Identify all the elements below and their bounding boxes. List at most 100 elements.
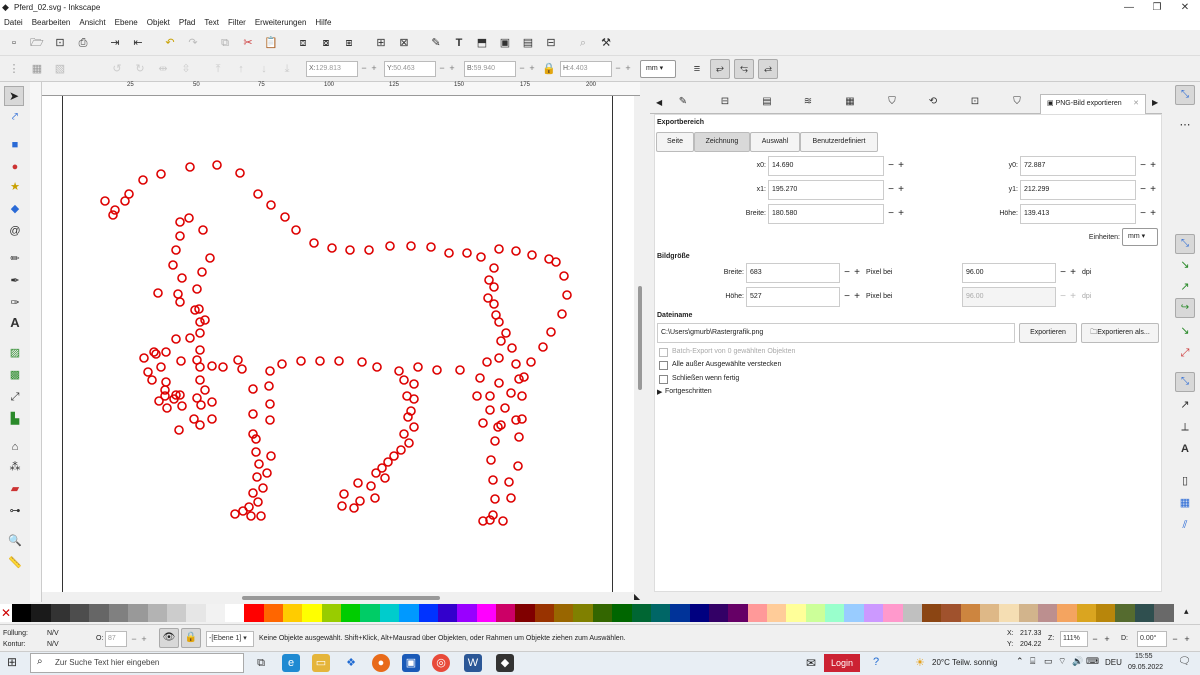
horse-dot[interactable] bbox=[475, 373, 485, 383]
select-all-icon[interactable]: ⋮ bbox=[7, 62, 21, 76]
color-palette[interactable] bbox=[12, 604, 1174, 622]
objects-tab-icon[interactable]: ▦ bbox=[843, 96, 857, 110]
width-plus[interactable]: + bbox=[896, 204, 906, 224]
import-icon[interactable]: ⇥ bbox=[108, 36, 122, 50]
tweak-tool-icon[interactable]: ⌂ bbox=[8, 440, 22, 454]
horse-dot[interactable] bbox=[366, 481, 376, 491]
color-swatch[interactable] bbox=[534, 604, 555, 622]
toggle-visibility-button[interactable]: 👁 bbox=[159, 628, 179, 648]
horse-dot[interactable] bbox=[207, 361, 217, 371]
mail-icon[interactable]: ✉ bbox=[806, 656, 816, 670]
selectors-tab-icon[interactable]: ⛉ bbox=[1010, 96, 1024, 110]
connector-tool-icon[interactable]: ⊶ bbox=[8, 504, 22, 518]
horse-dot[interactable] bbox=[244, 502, 254, 512]
color-swatch[interactable] bbox=[360, 604, 380, 622]
horse-dot[interactable] bbox=[309, 238, 319, 248]
snap-page-icon[interactable]: ▯ bbox=[1178, 474, 1192, 488]
ellipse-tool-icon[interactable]: ● bbox=[8, 160, 22, 174]
x0-plus[interactable]: + bbox=[896, 156, 906, 176]
y0-plus[interactable]: + bbox=[1148, 156, 1158, 176]
snap-bbox-icon[interactable]: ⋯ bbox=[1178, 118, 1192, 132]
inkscape-taskbar-icon[interactable]: ◆ bbox=[496, 654, 514, 672]
zoom-minus[interactable]: − bbox=[1090, 634, 1100, 644]
color-swatch[interactable] bbox=[1057, 604, 1077, 622]
color-swatch[interactable] bbox=[31, 604, 51, 622]
x1-minus[interactable]: − bbox=[886, 180, 896, 200]
horse-dot[interactable] bbox=[444, 248, 454, 258]
star-tool-icon[interactable]: ★ bbox=[8, 180, 22, 194]
y-plus[interactable]: + bbox=[447, 63, 457, 73]
color-swatch[interactable] bbox=[921, 604, 942, 622]
y-field[interactable]: Y:50.463 bbox=[384, 61, 436, 77]
image-height-minus[interactable]: − bbox=[842, 287, 852, 307]
login-button[interactable]: Login bbox=[824, 654, 860, 672]
objects-icon[interactable]: ▣ bbox=[498, 36, 512, 50]
horse-dot[interactable] bbox=[485, 405, 495, 415]
color-swatch[interactable] bbox=[805, 604, 826, 622]
3d-box-tool-icon[interactable]: ◆ bbox=[8, 202, 22, 216]
horse-dot[interactable] bbox=[409, 379, 419, 389]
align-tab-icon[interactable]: ⊟ bbox=[718, 96, 732, 110]
snap-text-baseline-icon[interactable]: A bbox=[1178, 442, 1192, 456]
horse-dot[interactable] bbox=[253, 189, 263, 199]
horse-dot[interactable] bbox=[514, 374, 524, 384]
fill-value[interactable]: N/V bbox=[47, 630, 59, 637]
horse-dot[interactable] bbox=[124, 189, 134, 199]
node-tool-icon[interactable]: ⤤ bbox=[8, 110, 22, 124]
horse-dot[interactable] bbox=[161, 347, 171, 357]
snap-others-toggle[interactable]: ⤡ bbox=[1175, 372, 1195, 392]
horse-dot[interactable] bbox=[357, 357, 367, 367]
snap-toggle[interactable]: ⤡ bbox=[1175, 85, 1195, 105]
horse-dot[interactable] bbox=[504, 477, 514, 487]
snap-center-icon[interactable]: ↗ bbox=[1178, 398, 1192, 412]
horse-dot[interactable] bbox=[189, 414, 199, 424]
color-swatch[interactable] bbox=[650, 604, 671, 622]
image-height-input[interactable]: 527 bbox=[746, 287, 840, 307]
tray-chevron-icon[interactable]: ⌃ bbox=[1016, 656, 1024, 667]
close-when-done-checkbox[interactable] bbox=[659, 375, 668, 384]
color-swatch[interactable] bbox=[554, 604, 574, 622]
menu-datei[interactable]: Datei bbox=[4, 18, 23, 27]
color-swatch[interactable] bbox=[205, 604, 225, 622]
horse-dot[interactable] bbox=[406, 241, 416, 251]
horse-dot[interactable] bbox=[370, 493, 380, 503]
flip-horizontal-icon[interactable]: ⇹ bbox=[156, 62, 170, 76]
zoom-drawing-icon[interactable]: ⧇ bbox=[319, 36, 333, 50]
height-minus[interactable]: − bbox=[613, 63, 623, 73]
x-plus[interactable]: + bbox=[369, 63, 379, 73]
color-swatch[interactable] bbox=[941, 604, 961, 622]
x-minus[interactable]: − bbox=[359, 63, 369, 73]
layers-tab-icon[interactable]: ≋ bbox=[801, 96, 815, 110]
horse-dot[interactable] bbox=[490, 436, 500, 446]
horse-dot[interactable] bbox=[476, 252, 486, 262]
horse-dot[interactable] bbox=[254, 459, 264, 469]
horse-dot[interactable] bbox=[355, 496, 365, 506]
horizontal-scroll-thumb[interactable] bbox=[242, 596, 440, 600]
clock-time[interactable]: 15:55 bbox=[1135, 653, 1153, 660]
horse-dot[interactable] bbox=[149, 347, 159, 357]
paint-bucket-tool-icon[interactable]: ▙ bbox=[8, 412, 22, 426]
export-icon[interactable]: ⇤ bbox=[131, 36, 145, 50]
weather-text[interactable]: 20°C Teilw. sonnig bbox=[932, 658, 997, 667]
notification-icon[interactable]: 🗨 bbox=[1178, 656, 1191, 667]
color-swatch[interactable] bbox=[457, 604, 477, 622]
x1-plus[interactable]: + bbox=[896, 180, 906, 200]
color-swatch[interactable] bbox=[263, 604, 284, 622]
horse-dot[interactable] bbox=[511, 246, 521, 256]
keyboard-icon[interactable]: ⌨ bbox=[1086, 656, 1099, 667]
color-swatch[interactable] bbox=[999, 604, 1019, 622]
horse-dot[interactable] bbox=[538, 342, 548, 352]
horse-dot[interactable] bbox=[277, 359, 287, 369]
horse-dot[interactable] bbox=[349, 503, 359, 513]
undo-icon[interactable]: ↶ bbox=[163, 36, 177, 50]
horse-dot[interactable] bbox=[327, 243, 337, 253]
color-swatch[interactable] bbox=[767, 604, 787, 622]
gradient-tool-icon[interactable]: ▨ bbox=[8, 346, 22, 360]
color-swatch[interactable] bbox=[515, 604, 535, 622]
horse-dot[interactable] bbox=[315, 356, 325, 366]
clock-date[interactable]: 09.05.2022 bbox=[1128, 664, 1163, 671]
color-swatch[interactable] bbox=[50, 604, 71, 622]
toggle-lock-button[interactable]: 🔒 bbox=[181, 628, 201, 648]
color-swatch[interactable] bbox=[476, 604, 496, 622]
vertical-scroll-thumb[interactable] bbox=[638, 286, 642, 390]
